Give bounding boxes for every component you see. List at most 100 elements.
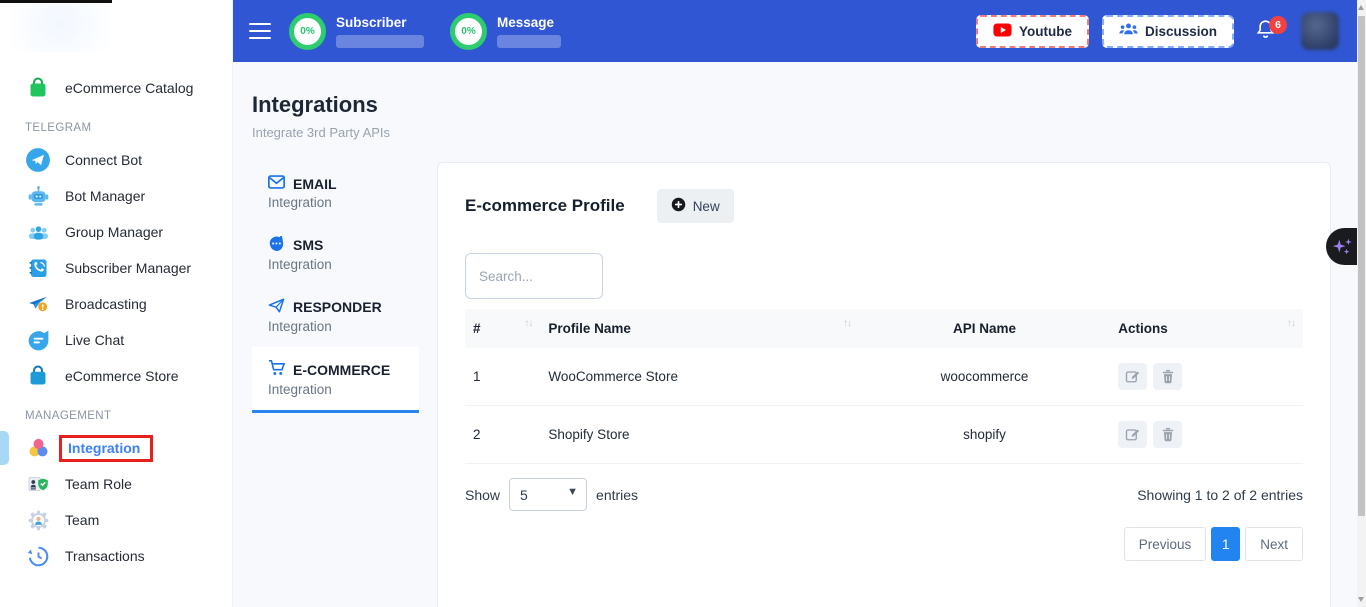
- sidebar-item-label: eCommerce Catalog: [65, 80, 193, 96]
- tab-sms-integration[interactable]: SMS Integration: [252, 223, 419, 285]
- chat-bubble-icon: [25, 327, 51, 353]
- ecommerce-profile-card: E-commerce Profile New #↑↓: [437, 162, 1331, 607]
- profiles-table: #↑↓ Profile Name↑↓ API Name Actions↑↓: [465, 309, 1303, 464]
- cart-icon: [268, 360, 285, 379]
- edit-pencil-icon: [1125, 427, 1140, 442]
- vertical-scrollbar[interactable]: [1357, 0, 1366, 607]
- api-name-cell: shopify: [859, 406, 1110, 464]
- hamburger-menu-icon[interactable]: [249, 23, 271, 40]
- trash-icon: [1161, 369, 1175, 384]
- subscriber-stat-label: Subscriber: [336, 15, 424, 30]
- sidebar-item-live-chat[interactable]: Live Chat: [0, 322, 232, 358]
- scrollbar-down-arrow[interactable]: [1358, 597, 1364, 602]
- message-stat: 0% Message: [450, 13, 561, 50]
- sidebar-item-team-role[interactable]: Team Role: [0, 466, 232, 502]
- top-navigation-bar: 0% Subscriber 0% Message Youtube Discuss…: [233, 0, 1357, 62]
- entries-label: entries: [596, 487, 638, 503]
- column-header-actions[interactable]: Actions↑↓: [1110, 309, 1303, 348]
- window-edge-artifact: [0, 0, 112, 3]
- page-title: Integrations: [252, 92, 1331, 118]
- shopping-bag-blue-icon: [25, 363, 51, 389]
- sidebar-item-ecommerce-store[interactable]: eCommerce Store: [0, 358, 232, 394]
- sidebar-section-telegram: TELEGRAM: [0, 122, 232, 134]
- new-profile-button[interactable]: New: [657, 189, 734, 223]
- active-item-indicator: [0, 431, 9, 465]
- row-number: 2: [465, 406, 540, 464]
- table-header-row: #↑↓ Profile Name↑↓ API Name Actions↑↓: [465, 309, 1303, 348]
- sidebar-item-ecommerce-catalog[interactable]: eCommerce Catalog: [0, 70, 232, 106]
- table-row: 1 WooCommerce Store woocommerce: [465, 348, 1303, 406]
- discussion-button[interactable]: Discussion: [1102, 15, 1234, 48]
- sidebar-section-management: MANAGEMENT: [0, 410, 232, 422]
- envelope-icon: [268, 175, 285, 192]
- next-page-button[interactable]: Next: [1245, 527, 1303, 561]
- edit-button[interactable]: [1118, 363, 1147, 390]
- plus-circle-icon: [671, 197, 686, 215]
- app-logo: [10, 4, 110, 52]
- message-stat-redacted-value: [497, 35, 561, 48]
- message-stat-label: Message: [497, 15, 561, 30]
- sidebar-item-connect-bot[interactable]: Connect Bot: [0, 142, 232, 178]
- gear-person-icon: [25, 507, 51, 533]
- youtube-button[interactable]: Youtube: [976, 15, 1089, 48]
- page-1-button[interactable]: 1: [1211, 527, 1240, 561]
- people-group-icon: [25, 219, 51, 245]
- pagination: Previous 1 Next: [465, 527, 1303, 561]
- sort-icon: ↑↓: [843, 318, 851, 329]
- trash-icon: [1161, 427, 1175, 442]
- column-header-profile-name[interactable]: Profile Name↑↓: [540, 309, 858, 348]
- search-input[interactable]: [465, 253, 603, 299]
- edit-pencil-icon: [1125, 369, 1140, 384]
- sidebar-item-transactions[interactable]: Transactions: [0, 538, 232, 574]
- table-row: 2 Shopify Store shopify: [465, 406, 1303, 464]
- notification-bell[interactable]: 6: [1254, 17, 1277, 46]
- page-subtitle: Integrate 3rd Party APIs: [252, 125, 1331, 140]
- main-content: Integrations Integrate 3rd Party APIs EM…: [233, 62, 1357, 607]
- panel-title: E-commerce Profile: [465, 196, 625, 216]
- column-header-num[interactable]: #↑↓: [465, 309, 540, 348]
- delete-button[interactable]: [1153, 363, 1182, 390]
- column-header-api-name[interactable]: API Name: [859, 309, 1110, 348]
- shopping-bag-green-icon: [25, 75, 51, 101]
- sms-bubble-icon: [268, 236, 285, 254]
- youtube-icon: [993, 23, 1012, 40]
- robot-icon: [25, 183, 51, 209]
- paper-plane-icon: [268, 298, 285, 316]
- integration-subnav: EMAIL Integration SMS Integration: [252, 162, 419, 413]
- id-card-shield-icon: [25, 471, 51, 497]
- sidebar-item-bot-manager[interactable]: Bot Manager: [0, 178, 232, 214]
- contact-book-icon: [25, 255, 51, 281]
- row-number: 1: [465, 348, 540, 406]
- scrollbar-up-arrow[interactable]: [1358, 5, 1364, 10]
- edit-button[interactable]: [1118, 421, 1147, 448]
- tab-email-integration[interactable]: EMAIL Integration: [252, 162, 419, 223]
- page-size-select[interactable]: 5: [509, 478, 587, 511]
- api-name-cell: woocommerce: [859, 348, 1110, 406]
- tab-ecommerce-integration[interactable]: E-COMMERCE Integration: [252, 347, 419, 413]
- sidebar-item-team[interactable]: Team: [0, 502, 232, 538]
- telegram-plane-icon: [25, 147, 51, 173]
- sidebar: eCommerce Catalog TELEGRAM Connect Bot B…: [0, 0, 233, 607]
- delete-button[interactable]: [1153, 421, 1182, 448]
- tab-responder-integration[interactable]: RESPONDER Integration: [252, 285, 419, 347]
- user-avatar[interactable]: [1301, 12, 1339, 50]
- actions-cell: [1110, 406, 1303, 464]
- sort-icon: ↑↓: [1287, 318, 1295, 329]
- integration-circles-icon: [25, 435, 51, 461]
- subscriber-progress-ring: 0%: [289, 13, 326, 50]
- sparkles-icon: [1331, 236, 1353, 258]
- sort-icon: ↑↓: [524, 318, 532, 329]
- history-clock-icon: [25, 543, 51, 569]
- profile-name-cell: Shopify Store: [540, 406, 858, 464]
- scrollbar-thumb[interactable]: [1358, 16, 1365, 516]
- sidebar-item-integration[interactable]: Integration: [0, 430, 232, 466]
- sidebar-item-broadcasting[interactable]: Broadcasting: [0, 286, 232, 322]
- previous-page-button[interactable]: Previous: [1124, 527, 1207, 561]
- subscriber-stat: 0% Subscriber: [289, 13, 424, 50]
- sidebar-item-group-manager[interactable]: Group Manager: [0, 214, 232, 250]
- profile-name-cell: WooCommerce Store: [540, 348, 858, 406]
- ai-assistant-button[interactable]: [1326, 228, 1357, 265]
- sidebar-item-subscriber-manager[interactable]: Subscriber Manager: [0, 250, 232, 286]
- show-label: Show: [465, 487, 500, 503]
- actions-cell: [1110, 348, 1303, 406]
